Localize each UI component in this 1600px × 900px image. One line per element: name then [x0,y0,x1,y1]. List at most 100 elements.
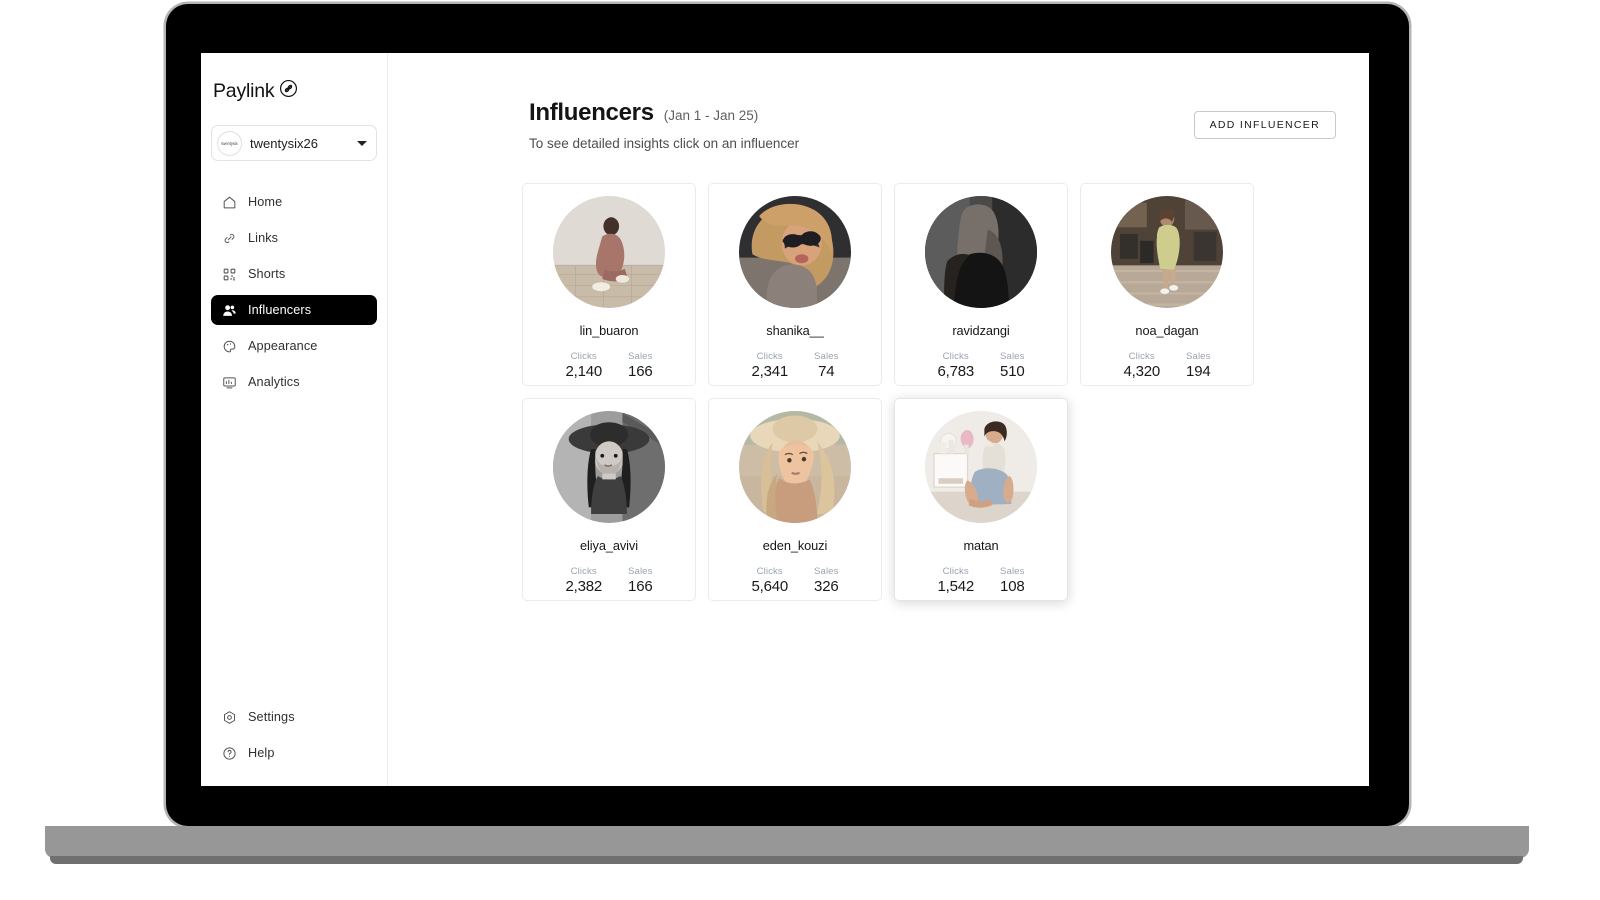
influencer-stats: Clicks 2,341 Sales 74 [751,351,838,380]
sidebar-nav-bottom: Settings Help [201,702,387,786]
clicks-label: Clicks [942,351,969,362]
sidebar-item-home[interactable]: Home [211,187,377,217]
clicks-label: Clicks [942,566,969,577]
clicks-value: 2,382 [565,578,603,595]
sidebar-item-appearance[interactable]: Appearance [211,331,377,361]
influencer-card[interactable]: shanika__ Clicks 2,341 Sales 74 [708,183,882,386]
sidebar-item-influencers[interactable]: Influencers [211,295,377,325]
clicks-stat: Clicks 2,382 [565,566,602,595]
sidebar-item-label: Analytics [248,375,300,389]
page-header: Influencers (Jan 1 - Jan 25) To see deta… [529,99,1309,151]
clicks-value: 2,341 [751,363,789,380]
influencer-card-selected[interactable]: matan Clicks 1,542 Sales 108 [894,398,1068,601]
influencer-card[interactable]: eliya_avivi Clicks 2,382 Sales 166 [522,398,696,601]
influencer-name: ravidzangi [952,323,1010,338]
clicks-stat: Clicks 1,542 [937,566,974,595]
sales-value: 166 [628,578,653,595]
clicks-label: Clicks [756,566,783,577]
avatar [739,411,851,523]
sales-stat: Sales 108 [1000,566,1025,595]
sidebar-nav: Home Links Shorts Influencers Appearance… [201,187,387,397]
brand-name: Paylink [213,79,275,102]
sales-label: Sales [814,351,839,362]
influencer-card[interactable]: lin_buaron Clicks 2,140 Sales 166 [522,183,696,386]
clicks-stat: Clicks 4,320 [1123,351,1160,380]
sales-value: 510 [1000,363,1025,380]
sidebar-item-label: Appearance [248,339,318,353]
app-screen: Paylink twentysix twentysix26 Home Links… [201,53,1369,786]
page-title: Influencers [529,99,654,126]
clicks-value: 1,542 [937,578,975,595]
sales-label: Sales [1000,566,1025,577]
avatar [925,411,1037,523]
influencer-card[interactable]: ravidzangi Clicks 6,783 Sales 510 [894,183,1068,386]
palette-icon [222,339,237,354]
sales-value: 194 [1186,363,1211,380]
avatar [553,411,665,523]
link-circle-icon [279,79,298,103]
influencer-name: eden_kouzi [762,538,828,553]
avatar [553,196,665,308]
sidebar-item-settings[interactable]: Settings [211,702,377,732]
laptop-base-shadow [50,856,1523,864]
influencer-stats: Clicks 2,140 Sales 166 [565,351,652,380]
sales-value: 74 [818,363,835,380]
add-influencer-button[interactable]: ADD INFLUENCER [1193,111,1336,139]
chevron-down-icon[interactable] [357,140,367,146]
sidebar-item-label: Help [248,746,275,760]
sales-stat: Sales 74 [814,351,839,380]
sidebar: Paylink twentysix twentysix26 Home Links… [201,53,388,786]
clicks-stat: Clicks 2,341 [751,351,788,380]
sales-label: Sales [628,351,653,362]
avatar [739,196,851,308]
clicks-stat: Clicks 6,783 [937,351,974,380]
influencer-stats: Clicks 6,783 Sales 510 [937,351,1024,380]
sales-stat: Sales 194 [1186,351,1211,380]
monitor-icon [222,375,237,390]
sidebar-item-analytics[interactable]: Analytics [211,367,377,397]
gear-icon [222,710,237,725]
qr-grid-icon [222,267,237,282]
home-icon [222,195,237,210]
sidebar-item-help[interactable]: Help [211,738,377,768]
workspace-name: twentysix26 [250,135,318,151]
influencer-stats: Clicks 1,542 Sales 108 [937,566,1024,595]
clicks-label: Clicks [570,351,597,362]
influencer-card[interactable]: noa_dagan Clicks 4,320 Sales 194 [1080,183,1254,386]
sales-stat: Sales 166 [628,566,653,595]
clicks-label: Clicks [570,566,597,577]
clicks-value: 5,640 [751,578,789,595]
workspace-avatar: twentysix [217,130,242,156]
brand-logo: Paylink [201,53,387,103]
sales-label: Sales [628,566,653,577]
workspace-switcher[interactable]: twentysix twentysix26 [211,125,377,161]
sales-stat: Sales 166 [628,351,653,380]
date-range-label: (Jan 1 - Jan 25) [663,108,759,123]
clicks-label: Clicks [756,351,783,362]
sidebar-item-label: Links [248,231,279,245]
page-subtitle: To see detailed insights click on an inf… [529,136,800,151]
sidebar-item-links[interactable]: Links [211,223,377,253]
sidebar-item-shorts[interactable]: Shorts [211,259,377,289]
influencer-name: matan [963,538,999,553]
laptop-base [45,826,1529,858]
clicks-stat: Clicks 2,140 [565,351,602,380]
sidebar-item-label: Settings [248,710,295,724]
influencer-name: noa_dagan [1135,323,1199,338]
clicks-label: Clicks [1128,351,1155,362]
influencer-stats: Clicks 5,640 Sales 326 [751,566,838,595]
sales-label: Sales [1186,351,1211,362]
influencer-cards-grid: lin_buaron Clicks 2,140 Sales 166 shanik… [522,183,1267,601]
influencer-name: eliya_avivi [580,538,638,553]
influencer-name: lin_buaron [579,323,639,338]
influencer-card[interactable]: eden_kouzi Clicks 5,640 Sales 326 [708,398,882,601]
sales-stat: Sales 510 [1000,351,1025,380]
sales-value: 108 [1000,578,1025,595]
clicks-value: 2,140 [565,363,603,380]
sales-label: Sales [1000,351,1025,362]
influencer-stats: Clicks 4,320 Sales 194 [1123,351,1210,380]
sales-stat: Sales 326 [814,566,839,595]
laptop-mockup: Paylink twentysix twentysix26 Home Links… [0,0,1600,900]
title-row: Influencers (Jan 1 - Jan 25) [529,99,1309,127]
clicks-value: 6,783 [937,363,975,380]
